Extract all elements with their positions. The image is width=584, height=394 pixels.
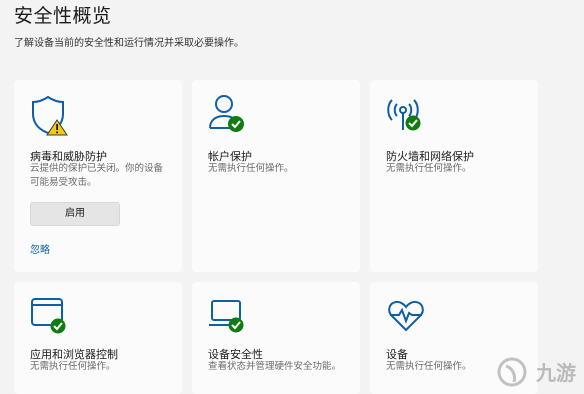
app-browser-check-icon (30, 296, 70, 340)
watermark-text: 九游 (536, 361, 576, 385)
card-desc: 无需执行任何操作。 (386, 361, 472, 372)
heart-pulse-icon (386, 296, 426, 340)
account-check-icon (208, 94, 248, 138)
card-desc: 无需执行任何操作。 (30, 361, 116, 372)
page-subtitle: 了解设备当前的安全性和运行情况并采取必要操作。 (14, 38, 244, 49)
card-device-security[interactable]: 设备安全性 查看状态并管理硬件安全功能。 (192, 282, 360, 394)
ignore-link[interactable]: 忽略 (30, 241, 50, 256)
card-desc: 无需执行任何操作。 (386, 163, 472, 174)
card-virus-threat-protection[interactable]: 病毒和威胁防护 云提供的保护已关闭。你的设备 可能易受攻击。 启用 忽略 (14, 80, 182, 272)
card-desc: 查看状态并管理硬件安全功能。 (208, 361, 342, 372)
shield-warning-icon (30, 94, 70, 140)
card-desc-line1: 云提供的保护已关闭。你的设备 (30, 163, 164, 174)
laptop-check-icon (208, 296, 248, 340)
card-account-protection[interactable]: 帐户保护 无需执行任何操作。 (192, 80, 360, 272)
firewall-antenna-check-icon (386, 94, 426, 138)
card-firewall-network-protection[interactable]: 防火墙和网络保护 无需执行任何操作。 (370, 80, 538, 272)
enable-button[interactable]: 启用 (30, 202, 120, 226)
card-app-browser-control[interactable]: 应用和浏览器控制 无需执行任何操作。 (14, 282, 182, 394)
card-desc: 无需执行任何操作。 (208, 163, 294, 174)
page-title: 安全性概览 (14, 5, 112, 27)
card-desc-line2: 可能易受攻击。 (30, 177, 97, 188)
